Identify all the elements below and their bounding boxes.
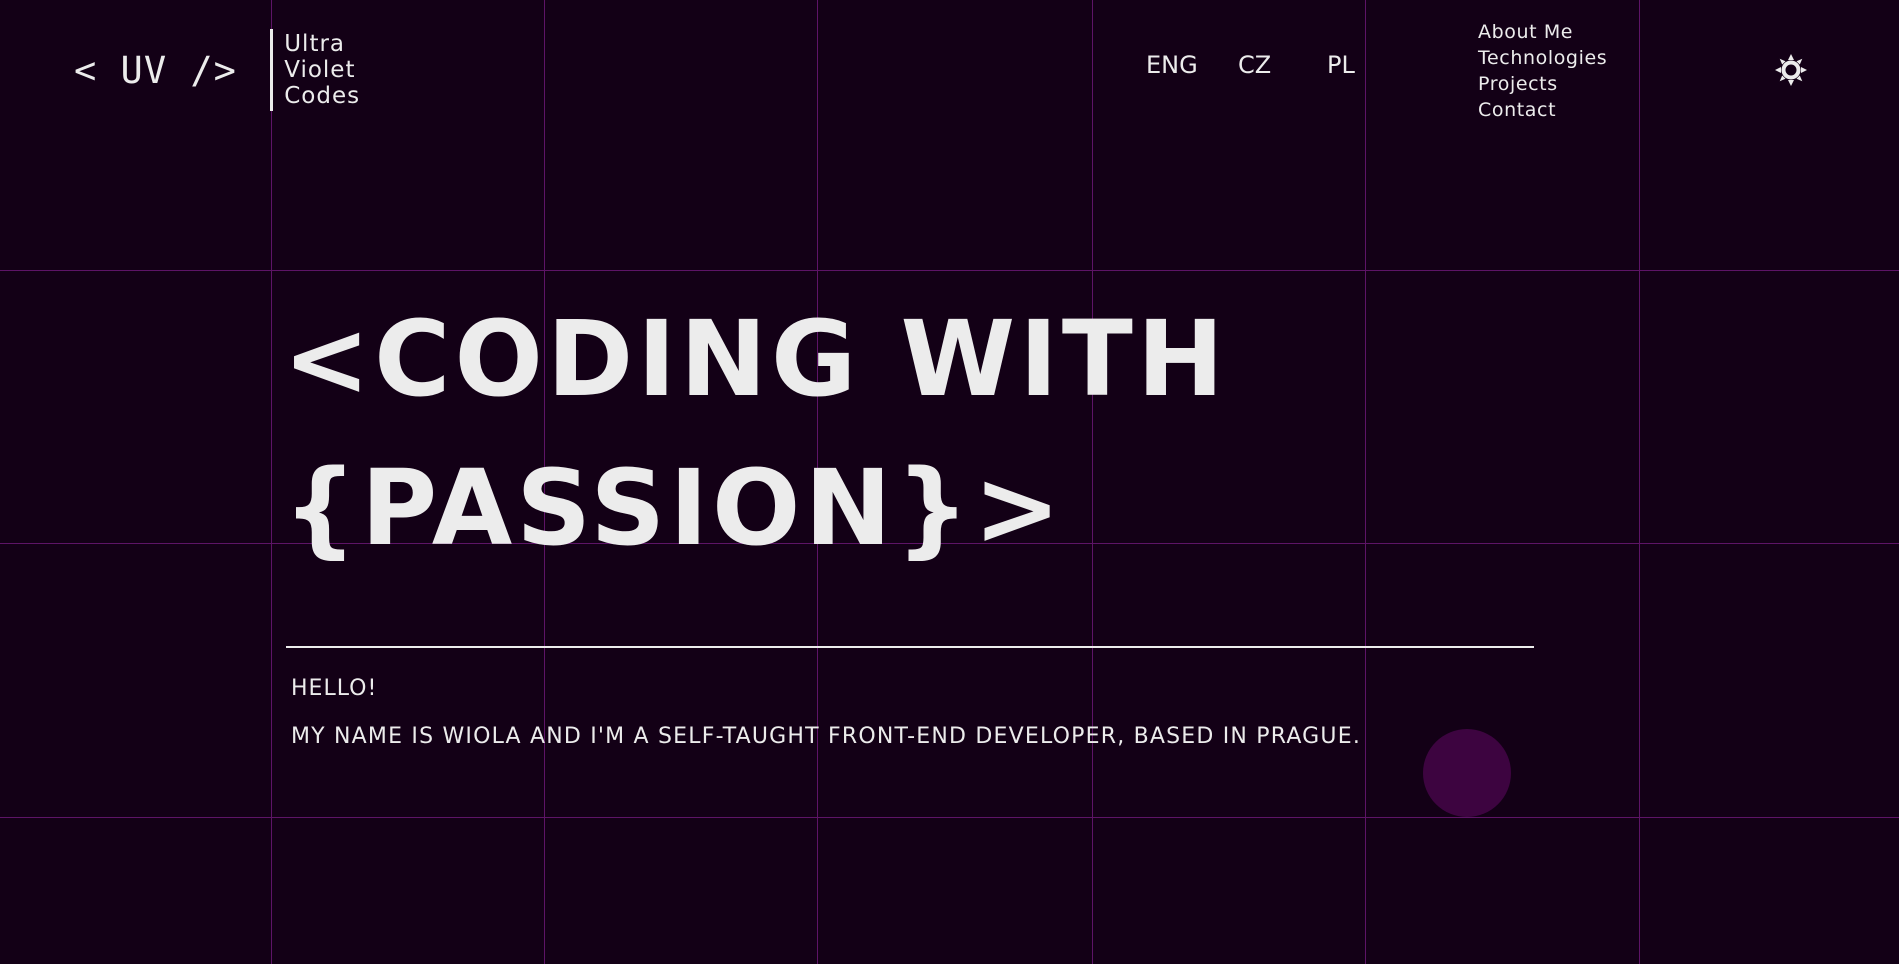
sun-icon xyxy=(1775,54,1807,86)
grid-line xyxy=(0,817,1899,818)
nav-about-me[interactable]: About Me xyxy=(1478,19,1607,45)
logo-word-codes: Codes xyxy=(284,83,361,109)
grid-line xyxy=(0,270,1899,271)
logo-divider xyxy=(270,29,274,111)
logo-word-ultra: Ultra xyxy=(284,31,346,57)
hero-line-1: <CODING WITH xyxy=(283,298,1228,420)
main-nav: About Me Technologies Projects Contact xyxy=(1478,19,1607,123)
logo-word-violet: Violet xyxy=(284,57,356,83)
nav-technologies[interactable]: Technologies xyxy=(1478,45,1607,71)
decorative-circle xyxy=(1423,729,1511,817)
theme-toggle-button[interactable] xyxy=(1774,53,1808,87)
intro-text: MY NAME IS WIOLA AND I'M A SELF-TAUGHT F… xyxy=(291,724,1362,749)
grid-line xyxy=(1092,0,1093,964)
grid-line xyxy=(1365,0,1366,964)
logo-mark: < UV /> xyxy=(74,48,261,92)
logo-wordmark: Ultra Violet Codes xyxy=(284,31,360,109)
nav-contact[interactable]: Contact xyxy=(1478,97,1607,123)
hero-line-2: {PASSION}> xyxy=(283,447,1065,569)
nav-projects[interactable]: Projects xyxy=(1478,71,1607,97)
grid-line xyxy=(1639,0,1640,964)
greeting-text: HELLO! xyxy=(291,676,378,701)
lang-cz-button[interactable]: CZ xyxy=(1238,53,1271,77)
lang-eng-button[interactable]: ENG xyxy=(1146,53,1198,77)
section-divider xyxy=(286,646,1534,648)
logo[interactable]: < UV /> Ultra Violet Codes xyxy=(74,29,360,111)
lang-pl-button[interactable]: PL xyxy=(1327,53,1355,77)
grid-line xyxy=(271,0,272,964)
